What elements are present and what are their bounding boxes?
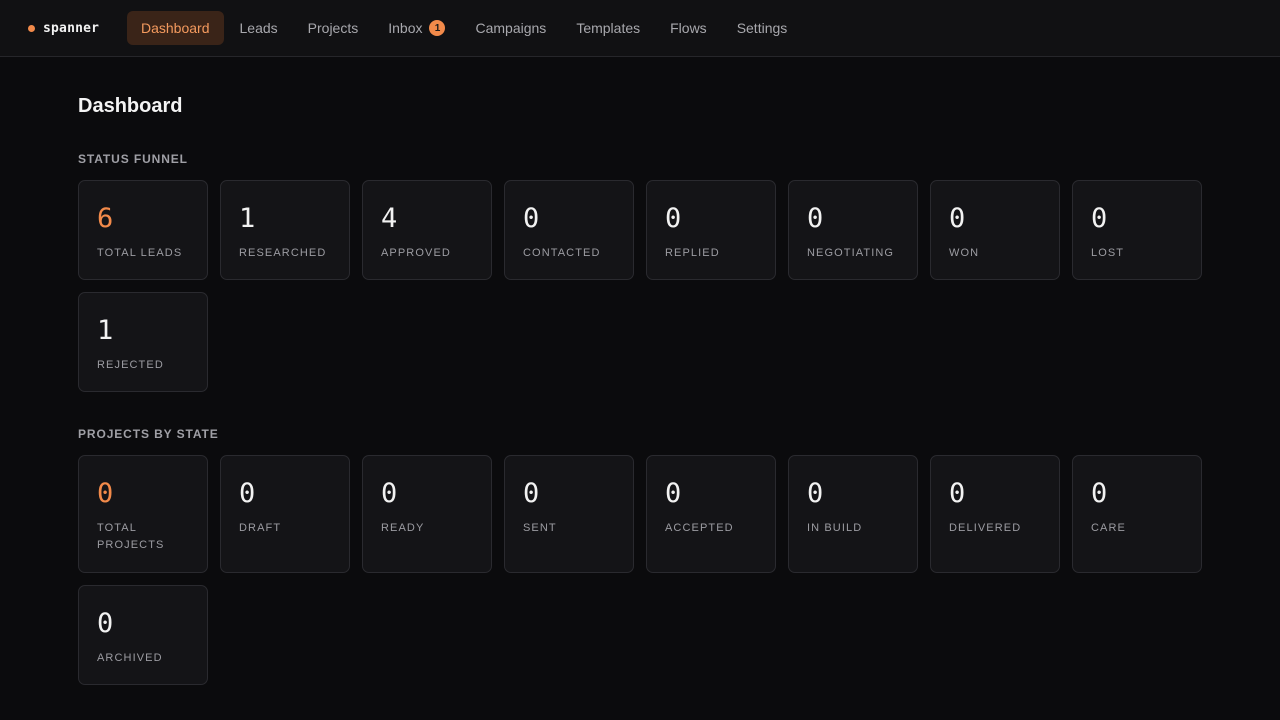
stat-value: 0	[97, 478, 114, 509]
stat-value: 0	[665, 203, 682, 234]
brand-logo[interactable]: spanner	[28, 21, 127, 36]
nav-item-label: Leads	[239, 20, 278, 36]
stat-value: 0	[807, 203, 824, 234]
stat-label: ARCHIVED	[97, 652, 163, 664]
stat-label: APPROVED	[381, 247, 451, 259]
stat-label: DRAFT	[239, 522, 282, 534]
stat-value: 0	[807, 478, 824, 509]
stat-card-draft[interactable]: 0 DRAFT	[220, 455, 350, 573]
nav-item-label: Flows	[670, 20, 707, 36]
stat-value: 4	[381, 203, 398, 234]
stat-card-won[interactable]: 0 WON	[930, 180, 1060, 280]
stat-label: WON	[949, 247, 980, 259]
stat-card-lost[interactable]: 0 LOST	[1072, 180, 1202, 280]
stat-label: TOTAL LEADS	[97, 247, 183, 259]
stat-value: 0	[97, 608, 114, 639]
nav-item-campaigns[interactable]: Campaigns	[461, 11, 560, 45]
nav-item-leads[interactable]: Leads	[226, 11, 292, 45]
nav-item-label: Templates	[576, 20, 641, 36]
stat-label: CARE	[1091, 522, 1126, 534]
stat-label: REJECTED	[97, 359, 164, 371]
stat-value: 0	[523, 203, 540, 234]
stat-label: TOTAL PROJECTS	[97, 522, 165, 551]
stat-card-care[interactable]: 0 CARE	[1072, 455, 1202, 573]
stat-value: 6	[97, 203, 114, 234]
stat-card-accepted[interactable]: 0 ACCEPTED	[646, 455, 776, 573]
nav-item-dashboard[interactable]: Dashboard	[127, 11, 224, 45]
stat-value: 0	[665, 478, 682, 509]
brand-name: spanner	[43, 20, 100, 36]
stat-card-rejected[interactable]: 1 REJECTED	[78, 292, 208, 392]
stat-card-researched[interactable]: 1 RESEARCHED	[220, 180, 350, 280]
stat-label: LOST	[1091, 247, 1125, 259]
nav-item-settings[interactable]: Settings	[723, 11, 802, 45]
stat-value: 0	[1091, 478, 1108, 509]
status-funnel-heading: STATUS FUNNEL	[78, 152, 188, 166]
nav-item-label: Settings	[736, 20, 788, 36]
stat-label: READY	[381, 522, 425, 534]
projects-by-state-heading: PROJECTS BY STATE	[78, 427, 219, 441]
nav-item-inbox[interactable]: Inbox 1	[374, 11, 459, 45]
stat-card-contacted[interactable]: 0 CONTACTED	[504, 180, 634, 280]
stat-value: 0	[239, 478, 256, 509]
stat-label: DELIVERED	[949, 522, 1022, 534]
nav-item-templates[interactable]: Templates	[562, 11, 654, 45]
nav-item-label: Inbox	[388, 20, 423, 36]
stat-label: RESEARCHED	[239, 247, 327, 259]
stat-card-negotiating[interactable]: 0 NEGOTIATING	[788, 180, 918, 280]
nav-item-flows[interactable]: Flows	[656, 11, 721, 45]
stat-value: 0	[949, 203, 966, 234]
stat-label: SENT	[523, 522, 557, 534]
stat-card-replied[interactable]: 0 REPLIED	[646, 180, 776, 280]
stat-value: 0	[523, 478, 540, 509]
inbox-unread-badge: 1	[429, 20, 446, 36]
stat-card-approved[interactable]: 4 APPROVED	[362, 180, 492, 280]
top-navigation-bar: spanner Dashboard Leads Projects Inbox 1…	[0, 0, 1280, 57]
stat-label: REPLIED	[665, 247, 720, 259]
stat-value: 0	[381, 478, 398, 509]
stat-label: IN BUILD	[807, 522, 863, 534]
nav-item-label: Campaigns	[475, 20, 547, 36]
page-title: Dashboard	[78, 95, 183, 117]
stat-label: NEGOTIATING	[807, 247, 895, 259]
stat-card-total-projects[interactable]: 0 TOTAL PROJECTS	[78, 455, 208, 573]
main-nav: Dashboard Leads Projects Inbox 1 Campaig…	[127, 11, 803, 45]
nav-item-projects[interactable]: Projects	[294, 11, 373, 45]
stat-card-ready[interactable]: 0 READY	[362, 455, 492, 573]
brand-dot-icon	[28, 24, 35, 32]
status-funnel-grid: 6 TOTAL LEADS 1 RESEARCHED 4 APPROVED 0 …	[78, 180, 1280, 392]
stat-label: CONTACTED	[523, 247, 601, 259]
stat-card-in-build[interactable]: 0 IN BUILD	[788, 455, 918, 573]
main-content: Dashboard STATUS FUNNEL 6 TOTAL LEADS 1 …	[0, 57, 1280, 685]
stat-value: 0	[949, 478, 966, 509]
stat-value: 0	[1091, 203, 1108, 234]
projects-by-state-grid: 0 TOTAL PROJECTS 0 DRAFT 0 READY 0 SENT …	[78, 455, 1280, 685]
stat-card-delivered[interactable]: 0 DELIVERED	[930, 455, 1060, 573]
stat-label: ACCEPTED	[665, 522, 734, 534]
stat-card-archived[interactable]: 0 ARCHIVED	[78, 585, 208, 685]
stat-value: 1	[239, 203, 256, 234]
stat-value: 1	[97, 315, 114, 346]
stat-card-total-leads[interactable]: 6 TOTAL LEADS	[78, 180, 208, 280]
nav-item-label: Projects	[307, 20, 359, 36]
nav-item-label: Dashboard	[141, 20, 210, 36]
stat-card-sent[interactable]: 0 SENT	[504, 455, 634, 573]
